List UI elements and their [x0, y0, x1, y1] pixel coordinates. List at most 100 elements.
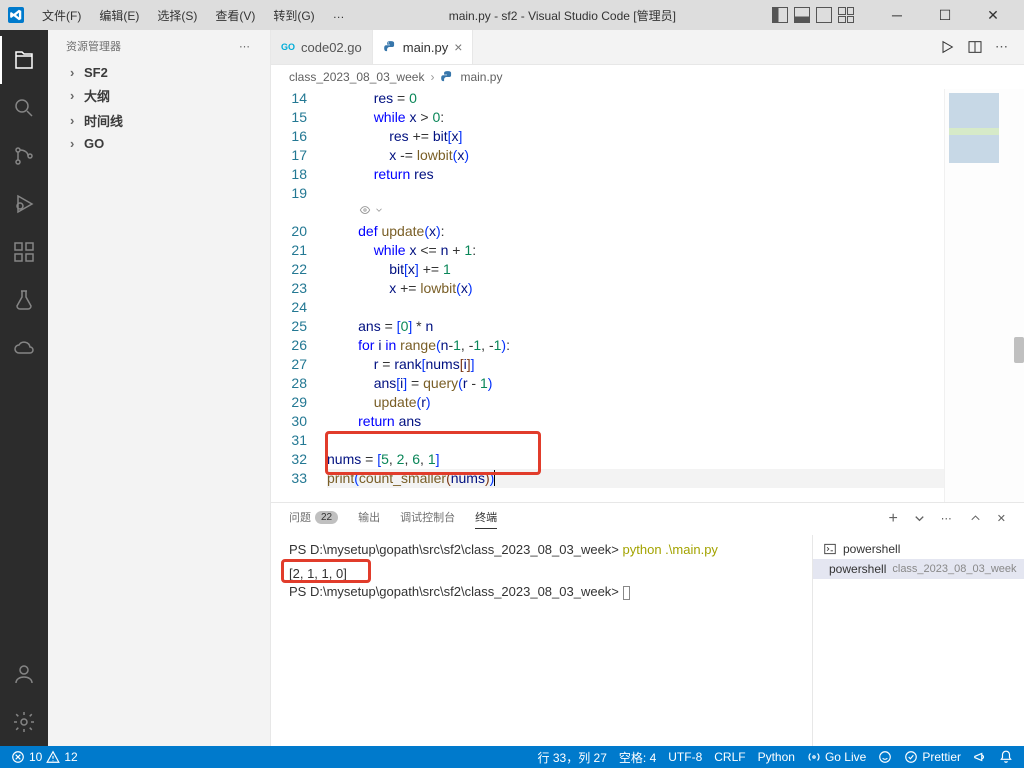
line-gutter: 141516171819 202122232425262728293031323… [271, 89, 327, 502]
breadcrumb[interactable]: class_2023_08_03_week › main.py [271, 65, 1024, 89]
tree-label: SF2 [84, 65, 108, 80]
explorer-icon[interactable] [0, 36, 48, 84]
terminal-item-label: powershell [843, 542, 900, 556]
source-control-icon[interactable] [0, 132, 48, 180]
bottom-panel: 问题 22 输出 调试控制台 终端 + ⋯ ✕ PS D:\mysetup\go… [271, 502, 1024, 746]
terminal-item-ps2[interactable]: powershell class_2023_08_03_week [813, 559, 1024, 579]
code-editor[interactable]: 141516171819 202122232425262728293031323… [271, 89, 1024, 502]
status-bell[interactable] [996, 749, 1016, 766]
maximize-button[interactable]: ☐ [922, 0, 968, 30]
split-editor-icon[interactable] [967, 39, 983, 55]
bell-icon [999, 750, 1013, 764]
status-prettier[interactable]: Prettier [901, 749, 964, 766]
close-button[interactable]: ✕ [970, 0, 1016, 30]
tab-label: main.py [403, 40, 449, 55]
tab-main-py[interactable]: main.py × [373, 30, 474, 64]
close-panel-icon[interactable]: ✕ [997, 512, 1006, 525]
menu-file[interactable]: 文件(F) [34, 3, 89, 28]
panel-tab-debug[interactable]: 调试控制台 [400, 509, 455, 528]
menu-goto[interactable]: 转到(G) [265, 3, 322, 28]
status-bar: 10 12 行 33，列 27 空格: 4 UTF-8 CRLF Python … [0, 746, 1024, 768]
editor-more-icon[interactable]: ⋯ [995, 39, 1010, 55]
tab-code02-go[interactable]: GO code02.go [271, 30, 373, 64]
chevron-right-icon: › [430, 70, 434, 84]
window-title: main.py - sf2 - Visual Studio Code [管理员] [357, 7, 768, 24]
status-spaces[interactable]: 空格: 4 [616, 749, 659, 766]
tree-item-timeline[interactable]: ›时间线 [48, 108, 270, 133]
terminal-list: powershell powershell class_2023_08_03_w… [812, 535, 1024, 746]
terminal-icon [823, 542, 837, 556]
breadcrumb-file[interactable]: main.py [460, 70, 502, 84]
menu-select[interactable]: 选择(S) [149, 3, 205, 28]
layout-grid-icon[interactable] [838, 7, 854, 23]
error-icon [11, 750, 25, 764]
menubar: 文件(F) 编辑(E) 选择(S) 查看(V) 转到(G) … [34, 3, 353, 28]
broadcast-icon [807, 750, 821, 764]
status-eol[interactable]: CRLF [711, 749, 748, 766]
terminal[interactable]: PS D:\mysetup\gopath\src\sf2\class_2023_… [271, 535, 812, 746]
account-icon[interactable] [0, 650, 48, 698]
tree-label: 时间线 [84, 111, 123, 130]
toggle-panel-left-icon[interactable] [772, 7, 788, 23]
maximize-panel-icon[interactable] [968, 511, 983, 526]
run-debug-icon[interactable] [0, 180, 48, 228]
editor-area: GO code02.go main.py × ⋯ class_2023_08_0… [271, 30, 1024, 746]
terminal-item-ps1[interactable]: powershell [813, 539, 1024, 559]
sidebar-header: 资源管理器 ⋯ [48, 30, 270, 62]
smiley-icon [878, 750, 892, 764]
terminal-command: python .\main.py [623, 542, 718, 557]
tab-actions: ⋯ [939, 30, 1024, 64]
panel-body: PS D:\mysetup\gopath\src\sf2\class_2023_… [271, 535, 1024, 746]
menu-edit[interactable]: 编辑(E) [91, 3, 147, 28]
error-count: 10 [29, 750, 42, 764]
panel-tab-problems[interactable]: 问题 22 [289, 509, 338, 528]
breadcrumb-folder[interactable]: class_2023_08_03_week [289, 70, 424, 84]
editor-scrollbar[interactable] [1012, 89, 1024, 502]
main-area: 资源管理器 ⋯ ›SF2 ›大纲 ›时间线 ›GO GO code02.go m… [0, 30, 1024, 746]
layout-toggles [772, 7, 854, 23]
activity-bar [0, 30, 48, 746]
python-file-icon [383, 40, 397, 54]
status-language[interactable]: Python [755, 749, 798, 766]
minimize-button[interactable]: ─ [874, 0, 920, 30]
panel-more-icon[interactable]: ⋯ [941, 512, 954, 525]
golive-label: Go Live [825, 750, 866, 764]
terminal-output: [2, 1, 1, 0] [289, 565, 794, 583]
go-file-icon: GO [281, 40, 295, 54]
menu-view[interactable]: 查看(V) [207, 3, 263, 28]
menu-more[interactable]: … [325, 3, 353, 28]
code-content[interactable]: res = 0 while x > 0: res += bit[x] x -= … [327, 89, 944, 502]
status-errors[interactable]: 10 12 [8, 750, 81, 764]
settings-icon[interactable] [0, 698, 48, 746]
check-icon [904, 750, 918, 764]
window-controls: ─ ☐ ✕ [874, 0, 1016, 30]
panel-tab-output[interactable]: 输出 [358, 509, 380, 528]
explorer-tree: ›SF2 ›大纲 ›时间线 ›GO [48, 62, 270, 154]
prompt: PS D:\mysetup\gopath\src\sf2\class_2023_… [289, 584, 619, 599]
tree-item-sf2[interactable]: ›SF2 [48, 62, 270, 83]
status-golive[interactable]: Go Live [804, 749, 869, 766]
search-icon[interactable] [0, 84, 48, 132]
extensions-icon[interactable] [0, 228, 48, 276]
cloud-icon[interactable] [0, 324, 48, 372]
terminal-item-label: powershell [829, 562, 886, 576]
run-icon[interactable] [939, 39, 955, 55]
sidebar-more-icon[interactable]: ⋯ [239, 40, 252, 53]
explorer-sidebar: 资源管理器 ⋯ ›SF2 ›大纲 ›时间线 ›GO [48, 30, 271, 746]
close-icon[interactable]: × [454, 39, 462, 55]
tree-item-outline[interactable]: ›大纲 [48, 83, 270, 108]
testing-icon[interactable] [0, 276, 48, 324]
panel-tab-terminal[interactable]: 终端 [475, 509, 497, 529]
status-encoding[interactable]: UTF-8 [665, 749, 705, 766]
vscode-icon [8, 7, 24, 23]
status-feedback[interactable] [875, 749, 895, 766]
toggle-panel-right-icon[interactable] [816, 7, 832, 23]
toggle-panel-bottom-icon[interactable] [794, 7, 810, 23]
status-ln-col[interactable]: 行 33，列 27 [535, 749, 610, 766]
python-file-icon [440, 70, 454, 84]
new-terminal-icon[interactable]: + [888, 510, 897, 528]
tree-item-go[interactable]: ›GO [48, 133, 270, 154]
status-feedback-2[interactable] [970, 749, 990, 766]
chevron-down-icon[interactable] [912, 511, 927, 526]
editor-tabs: GO code02.go main.py × ⋯ [271, 30, 1024, 65]
